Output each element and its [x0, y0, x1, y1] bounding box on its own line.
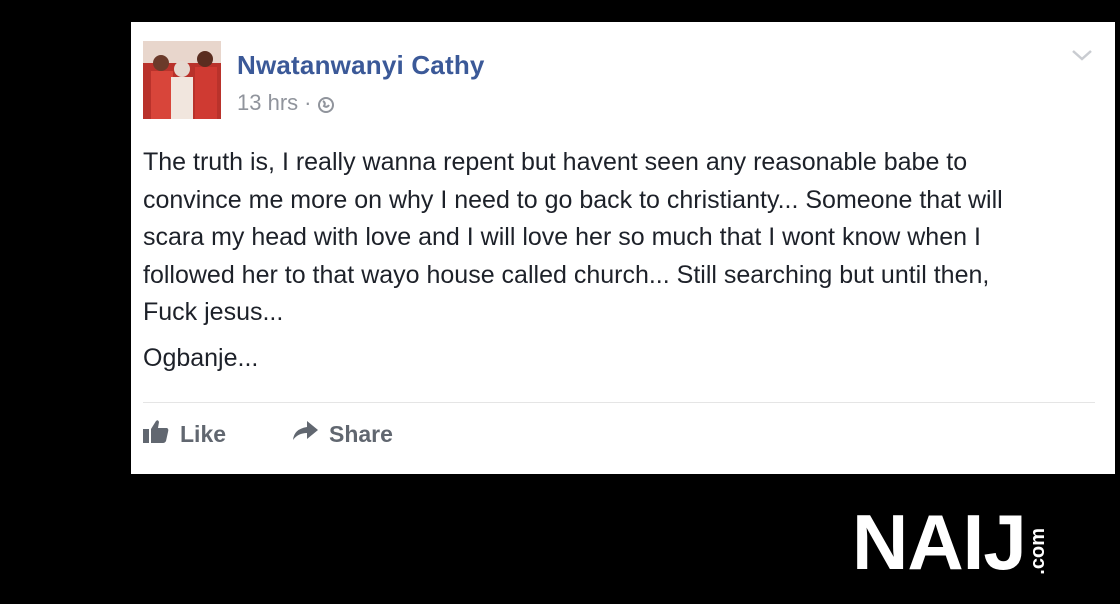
share-label: Share	[329, 420, 393, 447]
thumbs-up-icon	[142, 418, 170, 450]
avatar-photo	[143, 41, 221, 119]
logo-wordmark: NAIJ	[852, 498, 1027, 586]
post-body: The truth is, I really wanna repent but …	[143, 148, 1003, 326]
like-button[interactable]: Like	[142, 419, 226, 449]
facebook-post-card: Nwatanwanyi Cathy 13 hrs · The truth is,…	[131, 22, 1115, 474]
share-button[interactable]: Share	[291, 419, 393, 449]
chevron-down-icon[interactable]	[1069, 46, 1095, 64]
logo-suffix: .com	[1026, 528, 1049, 575]
like-label: Like	[180, 420, 227, 447]
post-sign-off: Ogbanje...	[143, 344, 259, 372]
post-timestamp[interactable]: 13 hrs	[237, 90, 298, 116]
globe-icon	[317, 94, 335, 113]
divider	[143, 402, 1095, 403]
post-meta: 13 hrs ·	[237, 90, 335, 116]
avatar[interactable]	[143, 41, 221, 119]
share-arrow-icon	[291, 418, 319, 450]
naij-logo: NAIJ .com	[852, 498, 1049, 586]
meta-separator: ·	[304, 90, 312, 115]
author-name[interactable]: Nwatanwanyi Cathy	[237, 50, 485, 81]
